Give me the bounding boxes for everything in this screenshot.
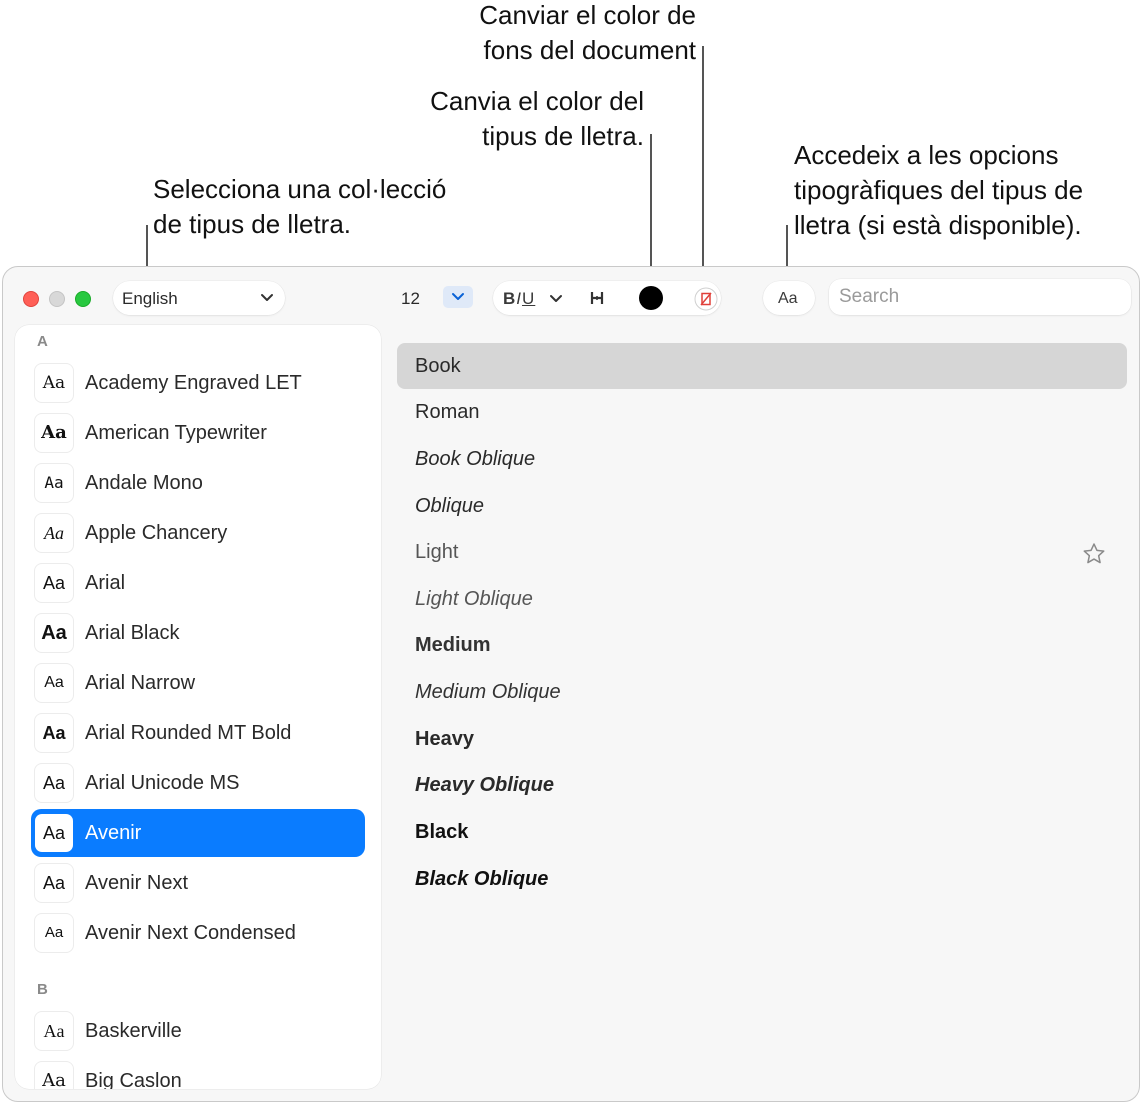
font-sample-icon: Aa: [35, 664, 73, 702]
typeface-name: Book: [415, 355, 461, 377]
strikethrough-icon[interactable]: [589, 290, 605, 311]
family-item-avenir-next-condensed[interactable]: Aa Avenir Next Condensed: [31, 909, 365, 957]
family-item-arial-narrow[interactable]: Aa Arial Narrow: [31, 659, 365, 707]
family-name: American Typewriter: [85, 422, 267, 444]
family-item-apple-chancery[interactable]: Aa Apple Chancery: [31, 509, 365, 557]
typeface-item-black-oblique[interactable]: Black Oblique: [397, 856, 1127, 902]
search-input[interactable]: [829, 279, 1131, 315]
typeface-name: Heavy: [415, 728, 474, 750]
typography-label: Aa: [778, 290, 798, 307]
close-window-button[interactable]: [23, 291, 39, 307]
family-name: Arial Unicode MS: [85, 772, 240, 794]
typeface-item-heavy[interactable]: Heavy: [397, 716, 1127, 762]
font-sample-icon: Aa: [35, 614, 73, 652]
typeface-item-black[interactable]: Black: [397, 809, 1127, 855]
family-name: Apple Chancery: [85, 522, 228, 544]
family-item-academy-engraved-let[interactable]: Aa Academy Engraved LET: [31, 359, 365, 407]
font-size-value[interactable]: 12: [401, 289, 420, 309]
family-item-arial-unicode-ms[interactable]: Aa Arial Unicode MS: [31, 759, 365, 807]
family-name: Arial: [85, 572, 126, 594]
font-sample-icon: Aa: [35, 1012, 73, 1050]
family-name: Avenir Next: [85, 872, 189, 894]
font-color-button[interactable]: [639, 286, 663, 310]
family-name: Andale Mono: [85, 472, 203, 494]
typeface-name: Medium Oblique: [415, 681, 561, 703]
fonts-window: English 12 BIU Aa A: [2, 266, 1140, 1102]
family-name: Avenir Next Condensed: [85, 922, 296, 944]
font-sample-icon: Aa: [35, 564, 73, 602]
star-icon[interactable]: [1081, 541, 1107, 572]
family-item-arial-black[interactable]: Aa Arial Black: [31, 609, 365, 657]
font-sample-icon: Aa: [35, 514, 73, 552]
typeface-item-light[interactable]: Light: [397, 529, 1127, 575]
typography-button[interactable]: Aa: [763, 281, 815, 315]
font-sample-icon: Aa: [35, 714, 73, 752]
text-style-group: BIU: [493, 281, 721, 315]
font-sample-icon: Aa: [35, 1062, 73, 1089]
typeface-item-roman[interactable]: Roman: [397, 389, 1127, 435]
typeface-name: Light Oblique: [415, 588, 533, 610]
family-item-arial[interactable]: Aa Arial: [31, 559, 365, 607]
family-name: Academy Engraved LET: [85, 372, 302, 394]
leader-font-color: [650, 134, 652, 282]
font-sample-icon: Aa: [35, 464, 73, 502]
font-sample-icon: Aa: [35, 914, 73, 952]
callout-typography: Accedeix a les opcions tipogràfiques del…: [794, 140, 1084, 240]
collection-popup[interactable]: English: [113, 281, 285, 315]
font-sample-icon: Aa: [35, 814, 73, 852]
typeface-item-book-oblique[interactable]: Book Oblique: [397, 436, 1127, 482]
family-name: Avenir: [85, 822, 142, 844]
family-item-arial-rounded-mt-bold[interactable]: Aa Arial Rounded MT Bold: [31, 709, 365, 757]
family-item-big-caslon[interactable]: Aa Big Caslon: [31, 1057, 365, 1089]
typeface-name: Roman: [415, 401, 480, 423]
leader-background-color: [702, 46, 704, 282]
typeface-name: Book Oblique: [415, 448, 536, 470]
typeface-name: Heavy Oblique: [415, 774, 554, 796]
font-family-list: A Aa Academy Engraved LET Aa American Ty…: [15, 325, 381, 1089]
family-name: Arial Narrow: [85, 672, 196, 694]
family-item-andale-mono[interactable]: Aa Andale Mono: [31, 459, 365, 507]
font-sample-icon: Aa: [35, 864, 73, 902]
callout-collection: Selecciona una col·lecció de tipus de ll…: [153, 174, 447, 239]
family-name: Big Caslon: [85, 1070, 182, 1089]
typeface-name: Oblique: [415, 495, 484, 517]
font-sample-icon: Aa: [35, 364, 73, 402]
typeface-item-book[interactable]: Book: [397, 343, 1127, 389]
chevron-down-icon[interactable]: [549, 292, 563, 310]
family-name: Baskerville: [85, 1020, 182, 1042]
chevron-down-icon: [452, 293, 464, 300]
document-background-color-button[interactable]: [694, 287, 718, 316]
typeface-name: Black: [415, 821, 469, 843]
family-name: Arial Rounded MT Bold: [85, 722, 292, 744]
font-sample-icon: Aa: [35, 764, 73, 802]
callout-background-color: Canviar el color de fons del document: [479, 0, 696, 65]
typeface-name: Medium: [415, 634, 491, 656]
typeface-item-light-oblique[interactable]: Light Oblique: [397, 576, 1127, 622]
collection-value: English: [122, 289, 178, 308]
section-header: B: [37, 981, 48, 998]
font-size-popup-button[interactable]: [443, 286, 473, 308]
typeface-item-heavy-oblique[interactable]: Heavy Oblique: [397, 762, 1127, 808]
search-field[interactable]: [829, 279, 1131, 315]
family-item-american-typewriter[interactable]: Aa American Typewriter: [31, 409, 365, 457]
family-item-avenir-next[interactable]: Aa Avenir Next: [31, 859, 365, 907]
minimize-window-button[interactable]: [49, 291, 65, 307]
family-item-baskerville[interactable]: Aa Baskerville: [31, 1007, 365, 1055]
section-header: A: [37, 333, 48, 350]
chevron-down-icon: [257, 287, 277, 312]
typeface-item-oblique[interactable]: Oblique: [397, 483, 1127, 529]
typeface-item-medium-oblique[interactable]: Medium Oblique: [397, 669, 1127, 715]
callout-font-color: Canvia el color del tipus de lletra.: [430, 86, 644, 151]
typeface-name: Black Oblique: [415, 868, 549, 890]
text-style-button[interactable]: BIU: [503, 289, 535, 309]
typeface-item-medium[interactable]: Medium: [397, 622, 1127, 668]
zoom-window-button[interactable]: [75, 291, 91, 307]
font-sample-icon: Aa: [35, 414, 73, 452]
family-name: Arial Black: [85, 622, 180, 644]
typeface-name: Light: [415, 541, 459, 563]
family-item-avenir[interactable]: Aa Avenir: [31, 809, 365, 857]
